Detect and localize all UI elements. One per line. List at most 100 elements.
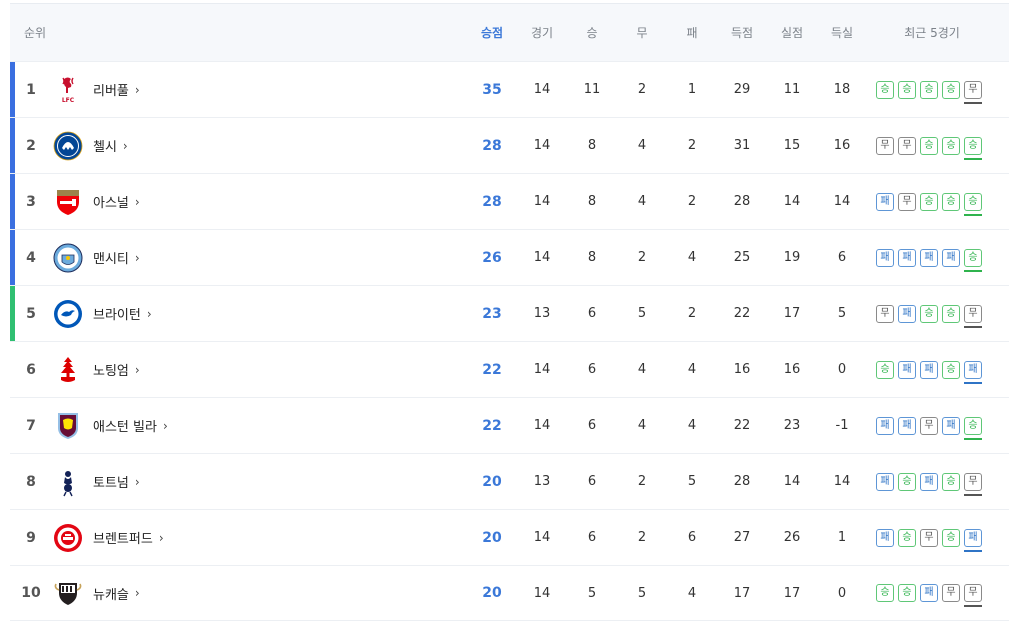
table-row[interactable]: 6 노팅엄 › 22 14 6 4 4 16 16 0 승 패 패 승 패 (10, 341, 1009, 397)
draws-cell: 4 (637, 362, 647, 377)
svg-text:LFC: LFC (62, 97, 75, 104)
goal-difference-cell: 5 (837, 306, 847, 321)
goals-against-cell: 11 (783, 82, 801, 97)
form-badge-draw: 무 (920, 416, 938, 435)
brighton-crest[interactable] (52, 298, 84, 330)
champions-league-zone-indicator (10, 118, 15, 173)
form-badge-win: 승 (920, 80, 938, 99)
team-name[interactable]: 아스널 (93, 192, 129, 211)
recent-form-cell: 무무승승승 (870, 118, 994, 173)
team-link[interactable]: 맨시티 › (93, 230, 140, 285)
man-city-crest[interactable] (52, 242, 84, 274)
header-goals-against[interactable]: 실점 (772, 4, 812, 61)
form-badge-win: 승 (898, 80, 916, 99)
goals-against-cell: 14 (783, 194, 801, 209)
recent-form-list: 승승승승무 (876, 80, 982, 104)
recent-form-cell: 패패패패승 (870, 230, 994, 285)
form-badge-draw: 무 (964, 80, 982, 104)
team-name[interactable]: 뉴캐슬 (93, 584, 129, 603)
form-badge-loss: 패 (876, 416, 894, 435)
draws-cell: 5 (637, 585, 647, 601)
chevron-right-icon: › (134, 474, 140, 489)
table-row[interactable]: 9 브렌트퍼드 › 20 14 6 2 6 27 26 1 패 승 무 승 패 (10, 509, 1009, 565)
team-link[interactable]: 리버풀 › (93, 62, 140, 117)
header-draws[interactable]: 무 (622, 4, 662, 61)
goals-for-cell: 25 (733, 250, 751, 265)
rank-cell: 3 (26, 193, 36, 210)
points-cell: 20 (482, 473, 502, 490)
draws-cell: 4 (637, 194, 647, 209)
wins-cell: 6 (587, 418, 597, 433)
goals-against-cell: 23 (783, 418, 801, 433)
team-link[interactable]: 토트넘 › (93, 454, 140, 509)
form-badge-win: 승 (942, 528, 960, 547)
goals-for-cell: 17 (733, 585, 751, 601)
wins-cell: 6 (587, 530, 597, 545)
table-row[interactable]: 7 애스턴 빌라 › 22 14 6 4 4 22 23 -1 패 패 무 패 승 (10, 397, 1009, 453)
recent-form-cell: 패패무패승 (870, 398, 994, 453)
points-cell: 35 (482, 81, 502, 98)
form-badge-win: 승 (942, 360, 960, 379)
team-name[interactable]: 브라이턴 (93, 304, 141, 323)
team-name[interactable]: 첼시 (93, 136, 117, 155)
team-link[interactable]: 첼시 › (93, 118, 128, 173)
goals-for-cell: 28 (733, 194, 751, 209)
table-row[interactable]: 4 맨시티 › 26 14 8 2 4 25 19 6 패 패 패 패 승 (10, 229, 1009, 285)
tottenham-crest[interactable] (52, 466, 84, 498)
header-goals-for[interactable]: 득점 (722, 4, 762, 61)
goals-against-cell: 17 (783, 585, 801, 601)
points-cell: 26 (482, 249, 502, 266)
form-badge-loss: 패 (942, 248, 960, 267)
league-standings-table: 순위 승점 경기 승 무 패 득점 실점 득실 최근 5경기 1 LFC 리버풀 › 3… (10, 3, 1009, 621)
team-name[interactable]: 노팅엄 (93, 360, 129, 379)
recent-form-cell: 패무승승승 (870, 174, 994, 229)
team-link[interactable]: 아스널 › (93, 174, 140, 229)
team-link[interactable]: 노팅엄 › (93, 342, 140, 397)
team-name[interactable]: 리버풀 (93, 80, 129, 99)
goal-difference-cell: 14 (833, 194, 851, 209)
draws-cell: 4 (637, 138, 647, 153)
goal-difference-cell: 0 (837, 362, 847, 377)
team-name[interactable]: 브렌트퍼드 (93, 528, 153, 547)
team-link[interactable]: 뉴캐슬 › (93, 566, 140, 620)
form-badge-win: 승 (898, 472, 916, 491)
table-row[interactable]: 8 토트넘 › 20 13 6 2 5 28 14 14 패 승 패 승 무 (10, 453, 1009, 509)
brentford-crest[interactable] (52, 522, 84, 554)
table-row[interactable]: 5 브라이턴 › 23 13 6 5 2 22 17 5 무 패 승 승 무 (10, 285, 1009, 341)
liverpool-crest[interactable]: LFC (52, 74, 84, 106)
team-link[interactable]: 애스턴 빌라 › (93, 398, 168, 453)
losses-cell: 2 (687, 194, 697, 209)
table-row[interactable]: 10 뉴캐슬 › 20 14 5 5 4 17 17 0 승 승 패 무 무 (10, 565, 1009, 621)
recent-form-cell: 승승패무무 (870, 566, 994, 620)
wins-cell: 6 (587, 306, 597, 321)
team-name[interactable]: 애스턴 빌라 (93, 416, 157, 435)
rank-cell: 4 (26, 249, 36, 266)
form-badge-win: 승 (920, 192, 938, 211)
wins-cell: 8 (587, 194, 597, 209)
form-badge-loss: 패 (898, 304, 916, 323)
team-name[interactable]: 맨시티 (93, 248, 129, 267)
aston-villa-crest[interactable] (52, 410, 84, 442)
losses-cell: 2 (687, 138, 697, 153)
team-name[interactable]: 토트넘 (93, 472, 129, 491)
header-games[interactable]: 경기 (522, 4, 562, 61)
header-goal-difference[interactable]: 득실 (822, 4, 862, 61)
draws-cell: 4 (637, 418, 647, 433)
header-losses[interactable]: 패 (672, 4, 712, 61)
table-row[interactable]: 3 아스널 › 28 14 8 4 2 28 14 14 패 무 승 승 승 (10, 173, 1009, 229)
chelsea-crest[interactable] (52, 130, 84, 162)
newcastle-crest[interactable] (52, 578, 84, 610)
table-row[interactable]: 2 첼시 › 28 14 8 4 2 31 15 16 무 무 승 승 승 (10, 117, 1009, 173)
rank-cell: 1 (26, 81, 36, 98)
table-row[interactable]: 1 LFC 리버풀 › 35 14 11 2 1 29 11 18 승 승 승 승 무 (10, 61, 1009, 117)
form-badge-win: 승 (964, 192, 982, 216)
header-points[interactable]: 승점 (472, 4, 512, 61)
arsenal-crest[interactable] (52, 186, 84, 218)
team-link[interactable]: 브라이턴 › (93, 286, 152, 341)
rank-cell: 8 (26, 473, 36, 490)
header-wins[interactable]: 승 (572, 4, 612, 61)
games-played-cell: 14 (533, 138, 551, 153)
nottingham-forest-crest[interactable] (52, 354, 84, 386)
team-link[interactable]: 브렌트퍼드 › (93, 510, 164, 565)
rank-cell: 2 (26, 137, 36, 154)
